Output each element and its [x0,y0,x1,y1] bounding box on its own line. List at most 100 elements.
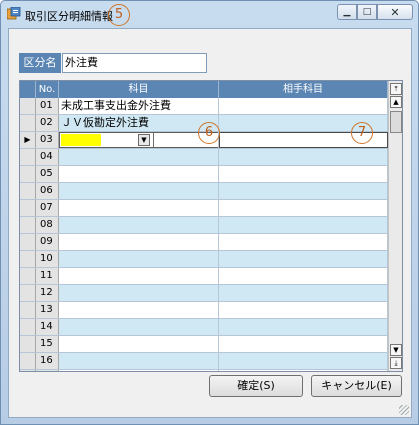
grid-header: No. 科目 相手科目 [20,81,388,98]
row-indicator [20,285,36,301]
kamoku-cell[interactable] [59,149,219,165]
aite-kamoku-cell[interactable] [219,200,388,216]
aite-kamoku-cell[interactable] [219,183,388,199]
table-row[interactable]: 15 [20,336,388,353]
aite-kamoku-cell[interactable] [219,166,388,182]
aite-kamoku-cell[interactable] [219,353,388,369]
kamoku-cell[interactable]: ＪＶ仮勘定外注費 [59,115,219,131]
table-row[interactable]: 09 [20,234,388,251]
grid-vertical-scrollbar[interactable]: ⤒ ▲ ▼ ⤓ [388,81,402,371]
aite-kamoku-cell[interactable] [219,319,388,335]
aite-kamoku-cell[interactable] [219,251,388,267]
table-row[interactable]: 16 [20,353,388,370]
kamoku-cell[interactable] [59,302,219,318]
aite-kamoku-cell[interactable] [219,370,388,371]
row-indicator [20,200,36,216]
aite-kamoku-cell[interactable] [219,234,388,250]
row-number: 07 [36,200,59,216]
row-indicator [20,234,36,250]
column-header-aite-kamoku[interactable]: 相手科目 [219,81,388,98]
table-row[interactable]: 10 [20,251,388,268]
resize-grip[interactable] [399,405,409,415]
aite-kamoku-cell[interactable] [219,302,388,318]
minimize-button[interactable]: ▁ [337,4,357,20]
detail-grid: No. 科目 相手科目 01 未成工事支出金外注費 02 ＪＶ仮勘定外注費 ▶ … [19,80,403,372]
column-header-kamoku[interactable]: 科目 [59,81,219,98]
close-icon: ✕ [390,5,400,19]
scroll-top-icon[interactable]: ⤒ [390,83,402,95]
window-controls: ▁ □ ✕ [337,4,413,20]
table-row[interactable]: 04 [20,149,388,166]
kamoku-cell[interactable] [59,319,219,335]
row-header-corner [20,81,36,98]
scroll-thumb[interactable] [390,111,402,133]
kamoku-cell[interactable] [59,200,219,216]
kamoku-cell[interactable] [59,251,219,267]
confirm-button[interactable]: 確定(S) [209,375,303,397]
aite-kamoku-cell[interactable] [219,268,388,284]
row-indicator [20,98,36,114]
dialog-window: 取引区分明細情報 5 ▁ □ ✕ 区分名 外注費 No. 科目 相手科目 01 … [0,0,419,425]
table-row[interactable]: 11 [20,268,388,285]
row-number: 08 [36,217,59,233]
dialog-client-area: 区分名 外注費 No. 科目 相手科目 01 未成工事支出金外注費 02 ＪＶ仮… [8,28,412,418]
row-number: 10 [36,251,59,267]
kamoku-cell[interactable] [59,336,219,352]
close-button[interactable]: ✕ [377,4,413,20]
kamoku-cell[interactable] [59,268,219,284]
row-indicator [20,319,36,335]
scroll-bottom-icon[interactable]: ⤓ [390,357,402,369]
kamoku-cell[interactable] [59,166,219,182]
table-row[interactable]: 06 [20,183,388,200]
aite-kamoku-cell[interactable] [219,336,388,352]
kamoku-cell-editing[interactable]: ▼ [59,132,219,148]
combo-selection-highlight [61,134,101,146]
row-indicator [20,149,36,165]
kamoku-cell[interactable] [59,217,219,233]
aite-kamoku-cell[interactable] [219,149,388,165]
row-indicator [20,115,36,131]
table-row[interactable]: 01 未成工事支出金外注費 [20,98,388,115]
chevron-down-icon[interactable]: ▼ [138,134,150,146]
kamoku-cell[interactable]: 未成工事支出金外注費 [59,98,219,114]
table-row[interactable]: 08 [20,217,388,234]
row-indicator [20,183,36,199]
row-indicator [20,268,36,284]
aite-kamoku-cell[interactable] [219,98,388,114]
kamoku-cell[interactable] [59,370,219,371]
window-title: 取引区分明細情報 [25,10,113,23]
current-row-arrow-icon: ▶ [20,132,36,148]
kamoku-cell[interactable] [59,234,219,250]
row-indicator [20,353,36,369]
aite-kamoku-cell[interactable] [219,217,388,233]
title-bar[interactable]: 取引区分明細情報 5 ▁ □ ✕ [1,1,418,27]
kamoku-combobox[interactable]: ▼ [59,132,218,148]
maximize-button[interactable]: □ [357,4,377,20]
kamoku-cell[interactable] [59,285,219,301]
table-row[interactable]: 13 [20,302,388,319]
annotation-marker: 6 [198,122,220,144]
aite-kamoku-cell[interactable] [219,285,388,301]
row-indicator [20,166,36,182]
row-number: 06 [36,183,59,199]
table-row[interactable]: 07 [20,200,388,217]
kamoku-cell[interactable] [59,183,219,199]
app-icon [7,7,21,20]
row-number: 17 [36,370,59,371]
table-row[interactable]: 14 [20,319,388,336]
table-row[interactable]: 12 [20,285,388,302]
kubun-name-field[interactable]: 外注費 [62,53,207,73]
scroll-up-icon[interactable]: ▲ [390,96,402,108]
cancel-button[interactable]: キャンセル(E) [311,375,402,397]
row-number: 09 [36,234,59,250]
annotation-marker: 5 [108,4,130,26]
column-header-no[interactable]: No. [36,81,59,98]
kamoku-cell[interactable] [59,353,219,369]
row-number: 16 [36,353,59,369]
kubun-label: 区分名 [19,53,61,73]
scroll-down-icon[interactable]: ▼ [390,344,402,356]
annotation-marker: 7 [351,122,373,144]
row-number: 13 [36,302,59,318]
table-row[interactable]: 17 [20,370,388,371]
table-row[interactable]: 05 [20,166,388,183]
